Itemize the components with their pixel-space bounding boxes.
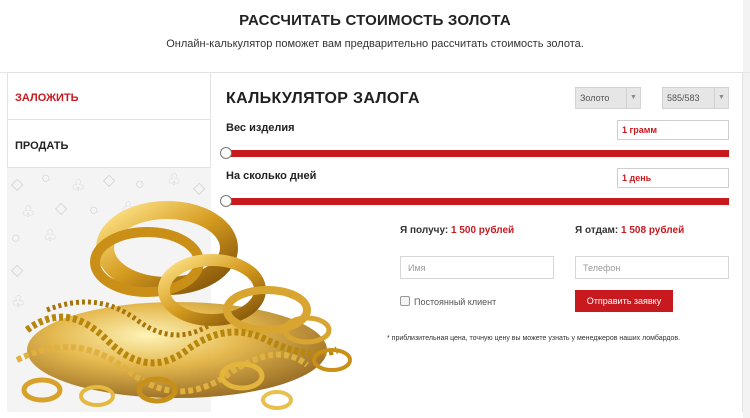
diamond-icon: ◇	[193, 180, 206, 197]
receive-result: Я получу: 1 500 рублей	[400, 225, 514, 236]
pay-amount: 1 508 рублей	[621, 225, 685, 236]
metal-select-value: Золото	[580, 93, 610, 103]
tab-pawn[interactable]: ЗАЛОЖИТЬ	[7, 72, 211, 120]
weight-slider[interactable]	[220, 147, 729, 159]
price-footnote: * приблизительная цена, точную цену вы м…	[387, 335, 681, 342]
regular-client-option[interactable]: Постоянный клиент	[400, 296, 496, 307]
page-title: РАССЧИТАТЬ СТОИМОСТЬ ЗОЛОТА	[239, 12, 511, 29]
receive-amount: 1 500 рублей	[451, 225, 515, 236]
name-input[interactable]: Имя	[400, 256, 554, 279]
clover-icon: ♧	[71, 178, 86, 195]
chevron-down-icon: ▼	[626, 88, 640, 108]
weight-value-field[interactable]: 1 грамм	[617, 120, 729, 140]
ring-icon: ○	[41, 170, 51, 187]
metal-select[interactable]: Золото ▼	[575, 87, 641, 109]
phone-input[interactable]: Телефон	[575, 256, 729, 279]
purity-select[interactable]: 585/583 ▼	[662, 87, 729, 109]
receive-label: Я получу:	[400, 225, 449, 236]
purity-select-value: 585/583	[667, 93, 700, 103]
page-header: РАССЧИТАТЬ СТОИМОСТЬ ЗОЛОТА Онлайн-кальк…	[0, 0, 750, 72]
diamond-icon: ◇	[11, 176, 24, 193]
pay-label: Я отдам:	[575, 225, 619, 236]
weight-label: Вес изделия	[226, 122, 295, 134]
regular-client-label: Постоянный клиент	[414, 297, 497, 307]
ring-icon: ○	[135, 176, 145, 193]
tab-sell[interactable]: ПРОДАТЬ	[7, 120, 211, 168]
submit-button[interactable]: Отправить заявку	[575, 290, 673, 312]
days-slider[interactable]	[220, 195, 729, 207]
days-value-field[interactable]: 1 день	[617, 168, 729, 188]
page-subtitle: Онлайн-калькулятор поможет вам предварит…	[166, 38, 584, 50]
gold-jewelry-image	[15, 201, 352, 410]
pay-result: Я отдам: 1 508 рублей	[575, 225, 684, 236]
regular-client-checkbox[interactable]	[400, 296, 410, 306]
mode-sidebar: ЗАЛОЖИТЬ ПРОДАТЬ	[7, 72, 211, 168]
weight-slider-handle[interactable]	[220, 147, 232, 159]
chevron-down-icon: ▼	[714, 88, 728, 108]
clover-icon: ♧	[167, 172, 182, 189]
calculator-title: КАЛЬКУЛЯТОР ЗАЛОГА	[226, 90, 420, 107]
diamond-icon: ◇	[103, 172, 116, 189]
days-slider-handle[interactable]	[220, 195, 232, 207]
days-label: На сколько дней	[226, 170, 317, 182]
